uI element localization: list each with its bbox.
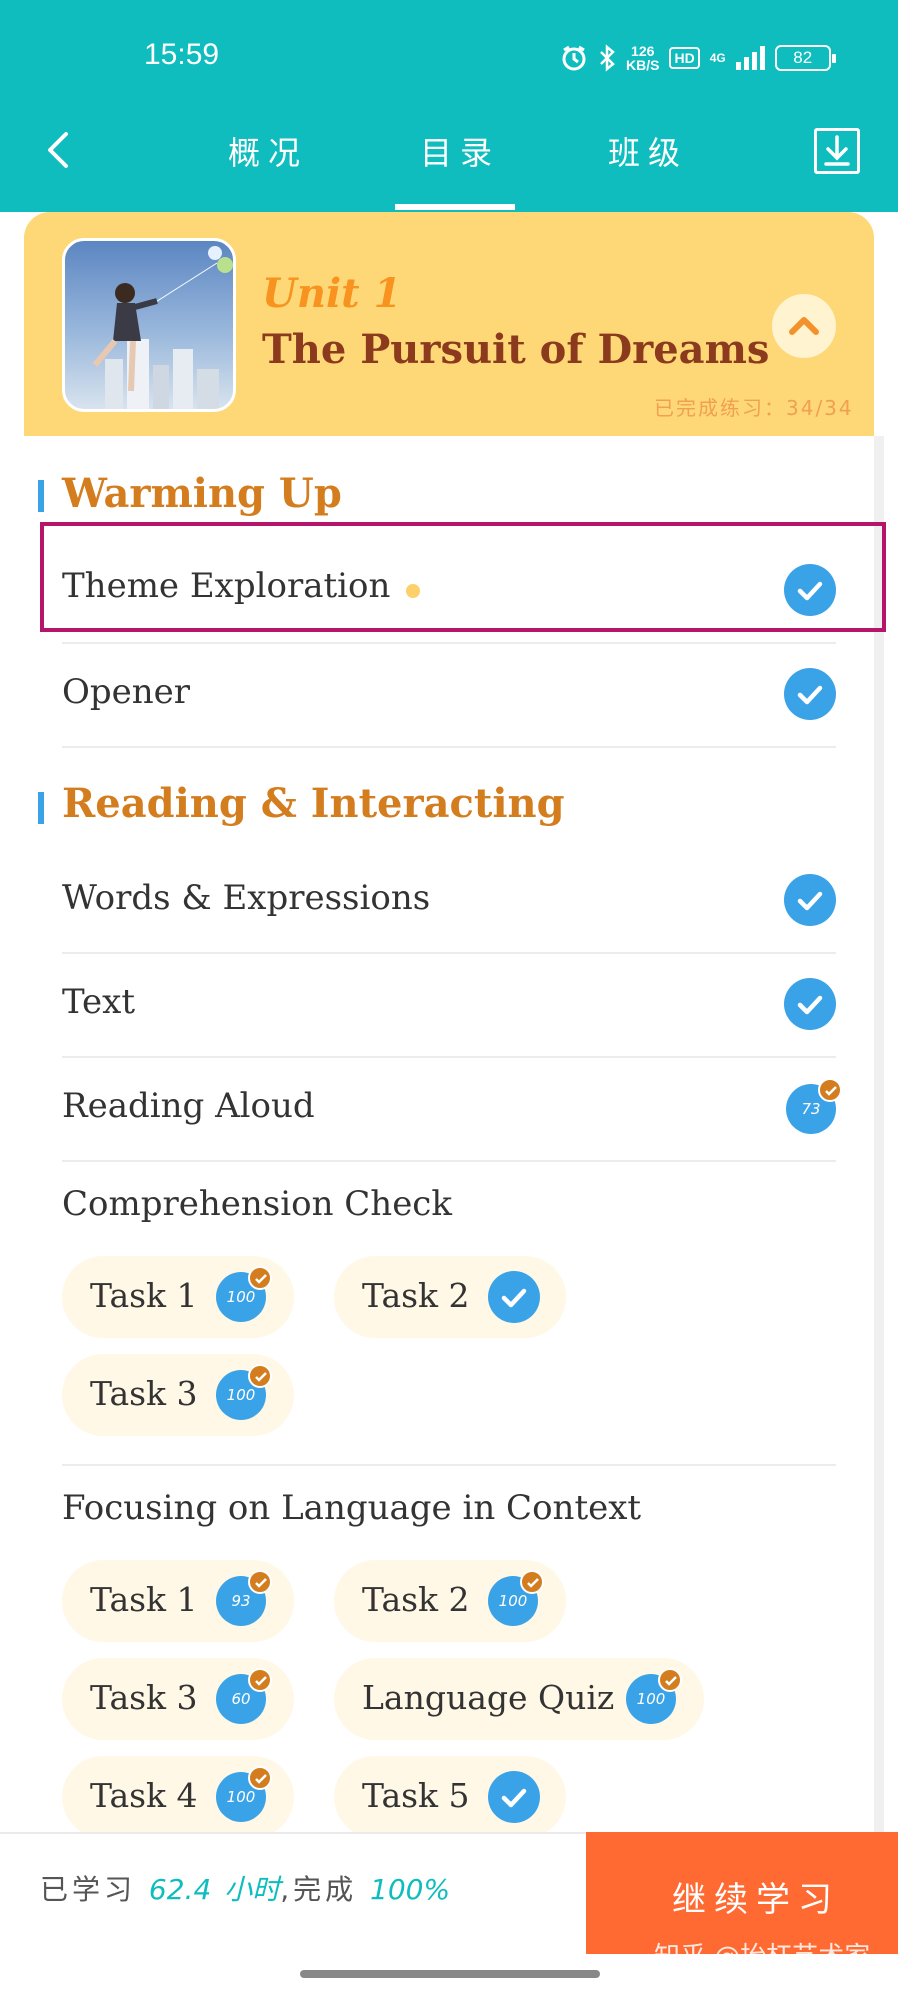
score-badge: 100 <box>216 1766 272 1822</box>
bluetooth-icon <box>600 44 615 72</box>
battery-icon: 82 <box>774 45 836 71</box>
score-badge: 100 <box>488 1570 544 1626</box>
section-marker <box>38 792 44 824</box>
divider <box>62 1160 836 1162</box>
download-button[interactable] <box>814 128 860 174</box>
section-title-warming-up: Warming Up <box>62 470 342 517</box>
back-button[interactable] <box>40 128 80 172</box>
tab-class[interactable]: 班级 <box>608 128 688 174</box>
signal-label: 4G <box>709 51 726 65</box>
item-reading-aloud[interactable]: Reading Aloud <box>62 1086 315 1126</box>
hd-badge: HD <box>669 47 700 69</box>
new-dot-indicator <box>406 584 420 598</box>
network-speed: 126 KB/S <box>626 43 660 73</box>
item-theme-exploration[interactable]: Theme Exploration <box>62 566 390 606</box>
check-badge-icon <box>248 1570 272 1594</box>
exercise-progress: 已完成练习：34/34 <box>654 396 854 420</box>
item-text[interactable]: Text <box>62 982 135 1022</box>
divider <box>62 1464 836 1466</box>
unit-number: Unit 1 <box>262 270 402 317</box>
item-comprehension-check: Comprehension Check <box>62 1184 452 1224</box>
download-icon <box>824 135 850 166</box>
signal-bars-icon <box>735 46 765 70</box>
watermark: 知乎 @抬杠艺术家 <box>654 1942 871 1972</box>
scroll-track <box>874 436 884 1836</box>
unit-title: The Pursuit of Dreams <box>262 326 770 373</box>
completed-check-icon <box>784 564 836 616</box>
check-badge-icon <box>520 1570 544 1594</box>
completed-check-icon <box>784 874 836 926</box>
task-chip[interactable]: Task 2 100 <box>334 1560 566 1642</box>
check-badge-icon <box>248 1766 272 1790</box>
score-badge: 100 <box>626 1668 682 1724</box>
completed-check-icon <box>488 1271 540 1323</box>
active-tab-indicator <box>395 204 515 210</box>
divider <box>62 642 836 644</box>
chevron-left-icon <box>48 132 68 168</box>
app-header <box>0 0 898 212</box>
continue-study-label[interactable]: 继续学习 <box>672 1872 840 1921</box>
completed-check-icon <box>784 978 836 1030</box>
task-chip[interactable]: Task 5 <box>334 1756 566 1838</box>
task-chip[interactable]: Task 2 <box>334 1256 566 1338</box>
divider <box>62 746 836 748</box>
score-badge: 100 <box>216 1266 272 1322</box>
score-badge: 73 <box>786 1078 842 1134</box>
completed-check-icon <box>784 668 836 720</box>
task-chip[interactable]: Task 4 100 <box>62 1756 294 1838</box>
divider <box>62 1056 836 1058</box>
score-badge: 60 <box>216 1668 272 1724</box>
chevron-up-icon <box>789 317 819 335</box>
tab-overview[interactable]: 概况 <box>228 128 308 174</box>
completed-check-icon <box>488 1771 540 1823</box>
tab-contents[interactable]: 目录 <box>420 128 500 174</box>
item-words-expressions[interactable]: Words & Expressions <box>62 878 430 918</box>
section-marker <box>38 480 44 512</box>
status-time: 15:59 <box>144 38 220 71</box>
task-chip[interactable]: Language Quiz 100 <box>334 1658 704 1740</box>
task-chip[interactable]: Task 3 60 <box>62 1658 294 1740</box>
score-badge: 93 <box>216 1570 272 1626</box>
check-badge-icon <box>248 1266 272 1290</box>
check-badge-icon <box>658 1668 682 1692</box>
check-badge-icon <box>248 1364 272 1388</box>
alarm-icon <box>562 45 586 71</box>
unit-cover-image <box>62 238 236 412</box>
item-focusing-language: Focusing on Language in Context <box>62 1488 642 1528</box>
check-badge-icon <box>818 1078 842 1102</box>
task-chip[interactable]: Task 1 100 <box>62 1256 294 1338</box>
section-title-reading: Reading & Interacting <box>62 780 565 827</box>
score-badge: 100 <box>216 1364 272 1420</box>
task-chip[interactable]: Task 1 93 <box>62 1560 294 1642</box>
task-chip[interactable]: Task 3 100 <box>62 1354 294 1436</box>
check-badge-icon <box>248 1668 272 1692</box>
collapse-button[interactable] <box>772 294 836 358</box>
divider <box>62 952 836 954</box>
study-summary: 已学习 62.4 小时,完成 100% <box>40 1873 451 1906</box>
home-indicator[interactable] <box>300 1970 600 1978</box>
status-icons: 126 KB/S HD 4G 82 <box>560 38 836 78</box>
item-opener[interactable]: Opener <box>62 672 190 712</box>
